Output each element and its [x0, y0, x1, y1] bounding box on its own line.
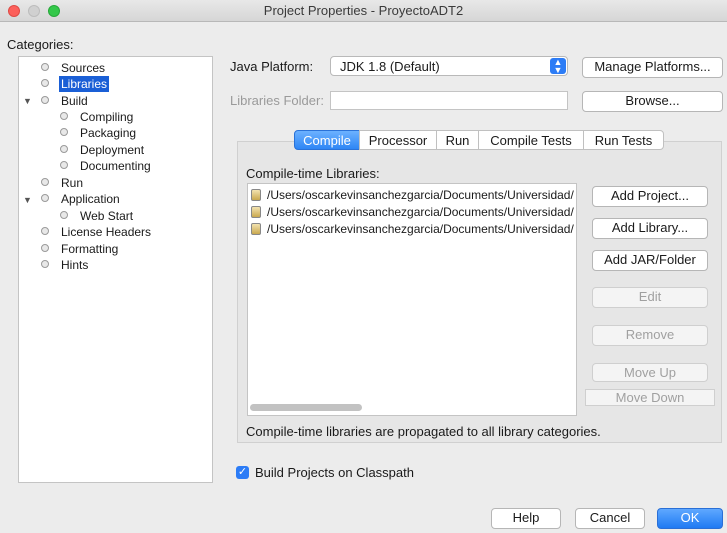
build-on-classpath-label[interactable]: Build Projects on Classpath [255, 465, 414, 480]
updown-arrow-icon: ▲ ▼ [550, 58, 566, 75]
java-platform-label: Java Platform: [230, 59, 314, 74]
checkmark-icon: ✓ [237, 466, 248, 478]
add-jar-folder-button[interactable]: Add JAR/Folder [592, 250, 708, 271]
title-bar: Project Properties - ProyectoADT2 [0, 0, 727, 22]
node-bullet-icon [41, 194, 49, 202]
java-platform-value: JDK 1.8 (Default) [340, 59, 440, 74]
expand-arrow-icon[interactable]: ▼ [23, 96, 32, 106]
node-bullet-icon [41, 244, 49, 252]
build-on-classpath-checkbox[interactable]: ✓ [236, 466, 249, 479]
move-down-button[interactable]: Move Down [585, 389, 715, 406]
node-bullet-icon [41, 227, 49, 235]
cancel-button[interactable]: Cancel [575, 508, 645, 529]
tab-compile-tests[interactable]: Compile Tests [478, 130, 584, 150]
manage-platforms-button[interactable]: Manage Platforms... [582, 57, 723, 78]
node-bullet-icon [41, 79, 49, 87]
add-library-button[interactable]: Add Library... [592, 218, 708, 239]
node-bullet-icon [41, 96, 49, 104]
compile-libraries-label: Compile-time Libraries: [246, 166, 380, 181]
node-bullet-icon [41, 178, 49, 186]
window-title: Project Properties - ProyectoADT2 [263, 3, 464, 18]
tab-run-tests[interactable]: Run Tests [583, 130, 664, 150]
java-platform-select[interactable]: JDK 1.8 (Default) ▲ ▼ [330, 56, 568, 76]
node-bullet-icon [41, 260, 49, 268]
node-bullet-icon [41, 63, 49, 71]
tab-processor[interactable]: Processor [359, 130, 437, 150]
tab-run[interactable]: Run [436, 130, 479, 150]
add-project-button[interactable]: Add Project... [592, 186, 708, 207]
edit-button[interactable]: Edit [592, 287, 708, 308]
browse-button[interactable]: Browse... [582, 91, 723, 112]
node-bullet-icon [60, 211, 68, 219]
compile-libraries-note: Compile-time libraries are propagated to… [246, 424, 601, 439]
jar-icon [251, 189, 261, 201]
node-bullet-icon [60, 128, 68, 136]
jar-icon [251, 206, 261, 218]
jar-icon [251, 223, 261, 235]
categories-label: Categories: [7, 37, 74, 52]
ok-button[interactable]: OK [657, 508, 723, 529]
libraries-folder-field[interactable] [330, 91, 568, 110]
tab-compile[interactable]: Compile [294, 130, 360, 150]
compile-libraries-list[interactable]: /Users/oscarkevinsanchezgarcia/Documents… [247, 183, 577, 416]
expand-arrow-icon[interactable]: ▼ [23, 195, 32, 205]
libraries-folder-label: Libraries Folder: [230, 93, 324, 108]
node-bullet-icon [60, 161, 68, 169]
node-bullet-icon [60, 112, 68, 120]
node-bullet-icon [60, 145, 68, 153]
help-button[interactable]: Help [491, 508, 561, 529]
categories-tree[interactable]: Sources Libraries ▼ Build Compiling Pack… [18, 56, 213, 483]
remove-button[interactable]: Remove [592, 325, 708, 346]
move-up-button[interactable]: Move Up [592, 363, 708, 382]
horizontal-scrollbar[interactable] [250, 404, 362, 411]
